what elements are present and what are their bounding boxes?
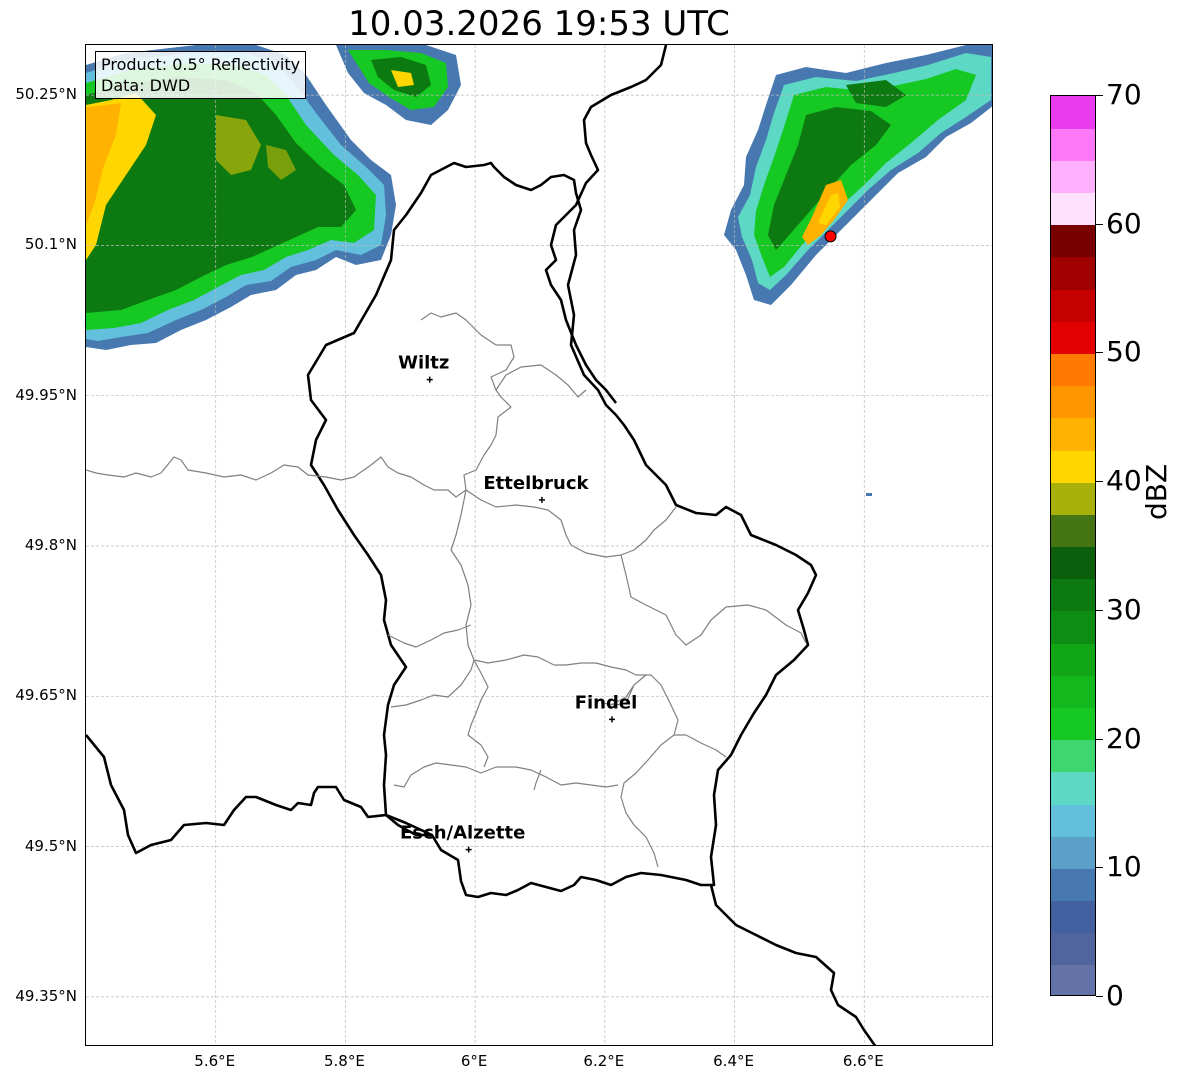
colorbar-tick xyxy=(1096,996,1103,997)
city-label: Wiltz xyxy=(398,353,449,374)
city-label: Ettelbruck xyxy=(483,473,589,494)
lon-label: 6°E xyxy=(460,1052,488,1070)
colorbar-segment xyxy=(1051,353,1095,387)
colorbar-tick xyxy=(1096,867,1103,869)
colorbar-segment xyxy=(1051,707,1095,741)
radar-site xyxy=(824,230,837,243)
colorbar xyxy=(1050,95,1096,996)
map-canvas: Wiltz Ettelbruck Findel Esch/Alzette xyxy=(86,45,992,1045)
city-plus-icon xyxy=(426,376,433,383)
city-plus-icon xyxy=(538,496,545,503)
city-marker: Ettelbruck xyxy=(483,473,590,503)
colorbar-segment xyxy=(1051,128,1095,161)
colorbar-tick xyxy=(1096,609,1103,611)
lat-label: 49.8°N xyxy=(24,536,77,554)
colorbar-segment xyxy=(1051,900,1095,934)
colorbar-tick xyxy=(1096,738,1103,740)
colorbar-tick-label: 30 xyxy=(1106,592,1142,626)
data-source-label: Data: DWD xyxy=(101,76,191,95)
colorbar-segment xyxy=(1051,514,1095,548)
colorbar-segment xyxy=(1051,546,1095,580)
colorbar-tick xyxy=(1096,95,1103,96)
luxembourg-border xyxy=(306,161,818,899)
city-label: Esch/Alzette xyxy=(400,823,525,844)
colorbar-tick-label: 40 xyxy=(1106,464,1142,498)
colorbar-segment xyxy=(1051,482,1095,515)
lat-label: 49.95°N xyxy=(15,385,77,404)
lat-label: 50.1°N xyxy=(24,235,77,254)
colorbar-segment xyxy=(1051,256,1095,290)
colorbar-tick-label: 10 xyxy=(1106,850,1142,884)
map-title: 10.03.2026 19:53 UTC xyxy=(348,4,730,44)
city-plus-icon xyxy=(608,716,615,723)
radar-echo-northeast xyxy=(724,45,992,496)
info-box: Product: 0.5° Reflectivity Data: DWD xyxy=(95,51,307,99)
colorbar-segment xyxy=(1051,739,1095,773)
colorbar-tick xyxy=(1096,223,1103,225)
colorbar-segment xyxy=(1051,417,1095,451)
colorbar-segment xyxy=(1051,771,1095,805)
lon-label: 5.6°E xyxy=(194,1052,236,1070)
france-belgium-border xyxy=(86,734,432,855)
city-marker: Findel xyxy=(575,692,638,723)
lat-label: 49.35°N xyxy=(15,986,77,1005)
colorbar-segment xyxy=(1051,803,1095,837)
colorbar-tick-label: 60 xyxy=(1106,206,1142,240)
colorbar-segment xyxy=(1051,321,1095,355)
colorbar-segment xyxy=(1051,964,1095,995)
colorbar-segment xyxy=(1051,610,1095,644)
colorbar-unit-label: dBZ xyxy=(1140,463,1173,520)
lon-label: 6.2°E xyxy=(583,1052,625,1070)
colorbar-segment xyxy=(1051,192,1095,226)
city-label: Findel xyxy=(575,692,638,713)
district-boundaries xyxy=(86,312,807,868)
city-plus-icon xyxy=(465,846,472,853)
lon-label: 5.8°E xyxy=(324,1052,365,1070)
city-marker: Wiltz xyxy=(398,353,449,383)
colorbar-tick-label: 20 xyxy=(1106,721,1142,755)
lon-label: 6.6°E xyxy=(842,1052,884,1070)
colorbar-segment xyxy=(1051,932,1095,966)
colorbar-segment xyxy=(1051,578,1095,612)
colorbar-segment xyxy=(1051,160,1095,194)
colorbar-segment xyxy=(1051,224,1095,258)
colorbar-segment xyxy=(1051,643,1095,676)
colorbar-tick xyxy=(1096,352,1103,354)
colorbar-segment xyxy=(1051,868,1095,902)
colorbar-segment xyxy=(1051,289,1095,322)
product-label: Product: 0.5° Reflectivity xyxy=(101,55,301,74)
lat-label: 49.65°N xyxy=(15,686,77,705)
colorbar-segment xyxy=(1051,385,1095,419)
colorbar-tick xyxy=(1096,481,1103,483)
colorbar-tick-label: 0 xyxy=(1106,979,1124,1012)
radar-map[interactable]: Wiltz Ettelbruck Findel Esch/Alzette xyxy=(85,44,993,1046)
colorbar-tick-label: 70 xyxy=(1106,78,1142,111)
colorbar-segment xyxy=(1051,675,1095,708)
radar-site-dot xyxy=(824,230,837,243)
city-markers: Wiltz Ettelbruck Findel Esch/Alzette xyxy=(398,353,637,853)
lat-label: 49.5°N xyxy=(24,836,77,855)
colorbar-tick-label: 50 xyxy=(1106,335,1142,369)
lat-label: 50.25°N xyxy=(15,85,77,104)
lon-label: 6.4°E xyxy=(713,1052,754,1070)
colorbar-segment xyxy=(1051,836,1095,869)
colorbar-segment xyxy=(1051,449,1095,483)
colorbar-segment xyxy=(1051,96,1095,129)
city-marker: Esch/Alzette xyxy=(400,823,525,853)
